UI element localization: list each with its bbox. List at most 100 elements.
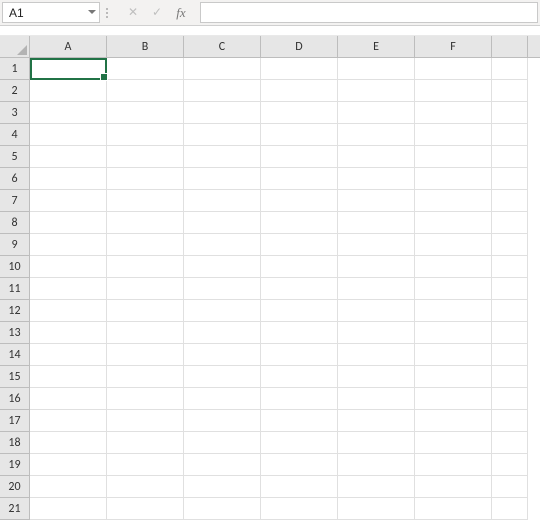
cell-C19[interactable] (184, 454, 261, 476)
cell-F6[interactable] (415, 168, 492, 190)
cell-F10[interactable] (415, 256, 492, 278)
cell-E13[interactable] (338, 322, 415, 344)
cell-F3[interactable] (415, 102, 492, 124)
cell-C17[interactable] (184, 410, 261, 432)
cell-A15[interactable] (30, 366, 107, 388)
cell-E17[interactable] (338, 410, 415, 432)
cell-B4[interactable] (107, 124, 184, 146)
cell-partial-15[interactable] (492, 366, 528, 388)
cell-A6[interactable] (30, 168, 107, 190)
cell-C9[interactable] (184, 234, 261, 256)
cell-D5[interactable] (261, 146, 338, 168)
cell-C16[interactable] (184, 388, 261, 410)
column-header-A[interactable]: A (30, 36, 107, 57)
cell-partial-13[interactable] (492, 322, 528, 344)
cell-E21[interactable] (338, 498, 415, 520)
cell-B15[interactable] (107, 366, 184, 388)
cell-C20[interactable] (184, 476, 261, 498)
cell-C5[interactable] (184, 146, 261, 168)
cell-B10[interactable] (107, 256, 184, 278)
cell-F20[interactable] (415, 476, 492, 498)
cell-B3[interactable] (107, 102, 184, 124)
cell-E4[interactable] (338, 124, 415, 146)
cell-F12[interactable] (415, 300, 492, 322)
cell-A10[interactable] (30, 256, 107, 278)
cell-partial-7[interactable] (492, 190, 528, 212)
cell-B14[interactable] (107, 344, 184, 366)
cell-F19[interactable] (415, 454, 492, 476)
cell-B5[interactable] (107, 146, 184, 168)
cell-B19[interactable] (107, 454, 184, 476)
row-header-7[interactable]: 7 (0, 190, 29, 212)
cell-A8[interactable] (30, 212, 107, 234)
cell-B11[interactable] (107, 278, 184, 300)
cell-partial-21[interactable] (492, 498, 528, 520)
cell-D6[interactable] (261, 168, 338, 190)
cell-F1[interactable] (415, 58, 492, 80)
cell-D10[interactable] (261, 256, 338, 278)
row-header-20[interactable]: 20 (0, 476, 29, 498)
cell-A19[interactable] (30, 454, 107, 476)
cell-F21[interactable] (415, 498, 492, 520)
cell-C6[interactable] (184, 168, 261, 190)
cell-E12[interactable] (338, 300, 415, 322)
cell-B13[interactable] (107, 322, 184, 344)
row-header-13[interactable]: 13 (0, 322, 29, 344)
cell-E19[interactable] (338, 454, 415, 476)
cell-D9[interactable] (261, 234, 338, 256)
formula-input[interactable] (200, 2, 538, 23)
cell-A13[interactable] (30, 322, 107, 344)
cell-E10[interactable] (338, 256, 415, 278)
cell-partial-2[interactable] (492, 80, 528, 102)
row-header-8[interactable]: 8 (0, 212, 29, 234)
cell-E6[interactable] (338, 168, 415, 190)
row-header-11[interactable]: 11 (0, 278, 29, 300)
cell-F9[interactable] (415, 234, 492, 256)
cell-A4[interactable] (30, 124, 107, 146)
cell-D17[interactable] (261, 410, 338, 432)
cell-B20[interactable] (107, 476, 184, 498)
cell-E7[interactable] (338, 190, 415, 212)
cell-D7[interactable] (261, 190, 338, 212)
cell-partial-4[interactable] (492, 124, 528, 146)
cell-E2[interactable] (338, 80, 415, 102)
row-header-18[interactable]: 18 (0, 432, 29, 454)
cell-D20[interactable] (261, 476, 338, 498)
cell-C4[interactable] (184, 124, 261, 146)
row-header-12[interactable]: 12 (0, 300, 29, 322)
name-box[interactable]: A1 (2, 2, 100, 23)
cell-F13[interactable] (415, 322, 492, 344)
column-header-F[interactable]: F (415, 36, 492, 57)
cell-C10[interactable] (184, 256, 261, 278)
row-header-3[interactable]: 3 (0, 102, 29, 124)
insert-function-button[interactable]: fx (170, 2, 192, 24)
cell-partial-17[interactable] (492, 410, 528, 432)
cell-C7[interactable] (184, 190, 261, 212)
row-header-4[interactable]: 4 (0, 124, 29, 146)
cell-B7[interactable] (107, 190, 184, 212)
cell-D16[interactable] (261, 388, 338, 410)
row-header-21[interactable]: 21 (0, 498, 29, 520)
row-header-17[interactable]: 17 (0, 410, 29, 432)
cell-C2[interactable] (184, 80, 261, 102)
cell-F4[interactable] (415, 124, 492, 146)
cell-A17[interactable] (30, 410, 107, 432)
cell-F2[interactable] (415, 80, 492, 102)
row-header-1[interactable]: 1 (0, 58, 29, 80)
cell-E8[interactable] (338, 212, 415, 234)
cell-A5[interactable] (30, 146, 107, 168)
name-box-dropdown-icon[interactable] (85, 10, 99, 15)
cell-E5[interactable] (338, 146, 415, 168)
row-header-10[interactable]: 10 (0, 256, 29, 278)
cell-C1[interactable] (184, 58, 261, 80)
cell-E14[interactable] (338, 344, 415, 366)
cell-B9[interactable] (107, 234, 184, 256)
cell-D2[interactable] (261, 80, 338, 102)
cell-partial-18[interactable] (492, 432, 528, 454)
cell-B12[interactable] (107, 300, 184, 322)
cell-A2[interactable] (30, 80, 107, 102)
cell-B18[interactable] (107, 432, 184, 454)
cell-B6[interactable] (107, 168, 184, 190)
cell-C21[interactable] (184, 498, 261, 520)
cell-partial-5[interactable] (492, 146, 528, 168)
